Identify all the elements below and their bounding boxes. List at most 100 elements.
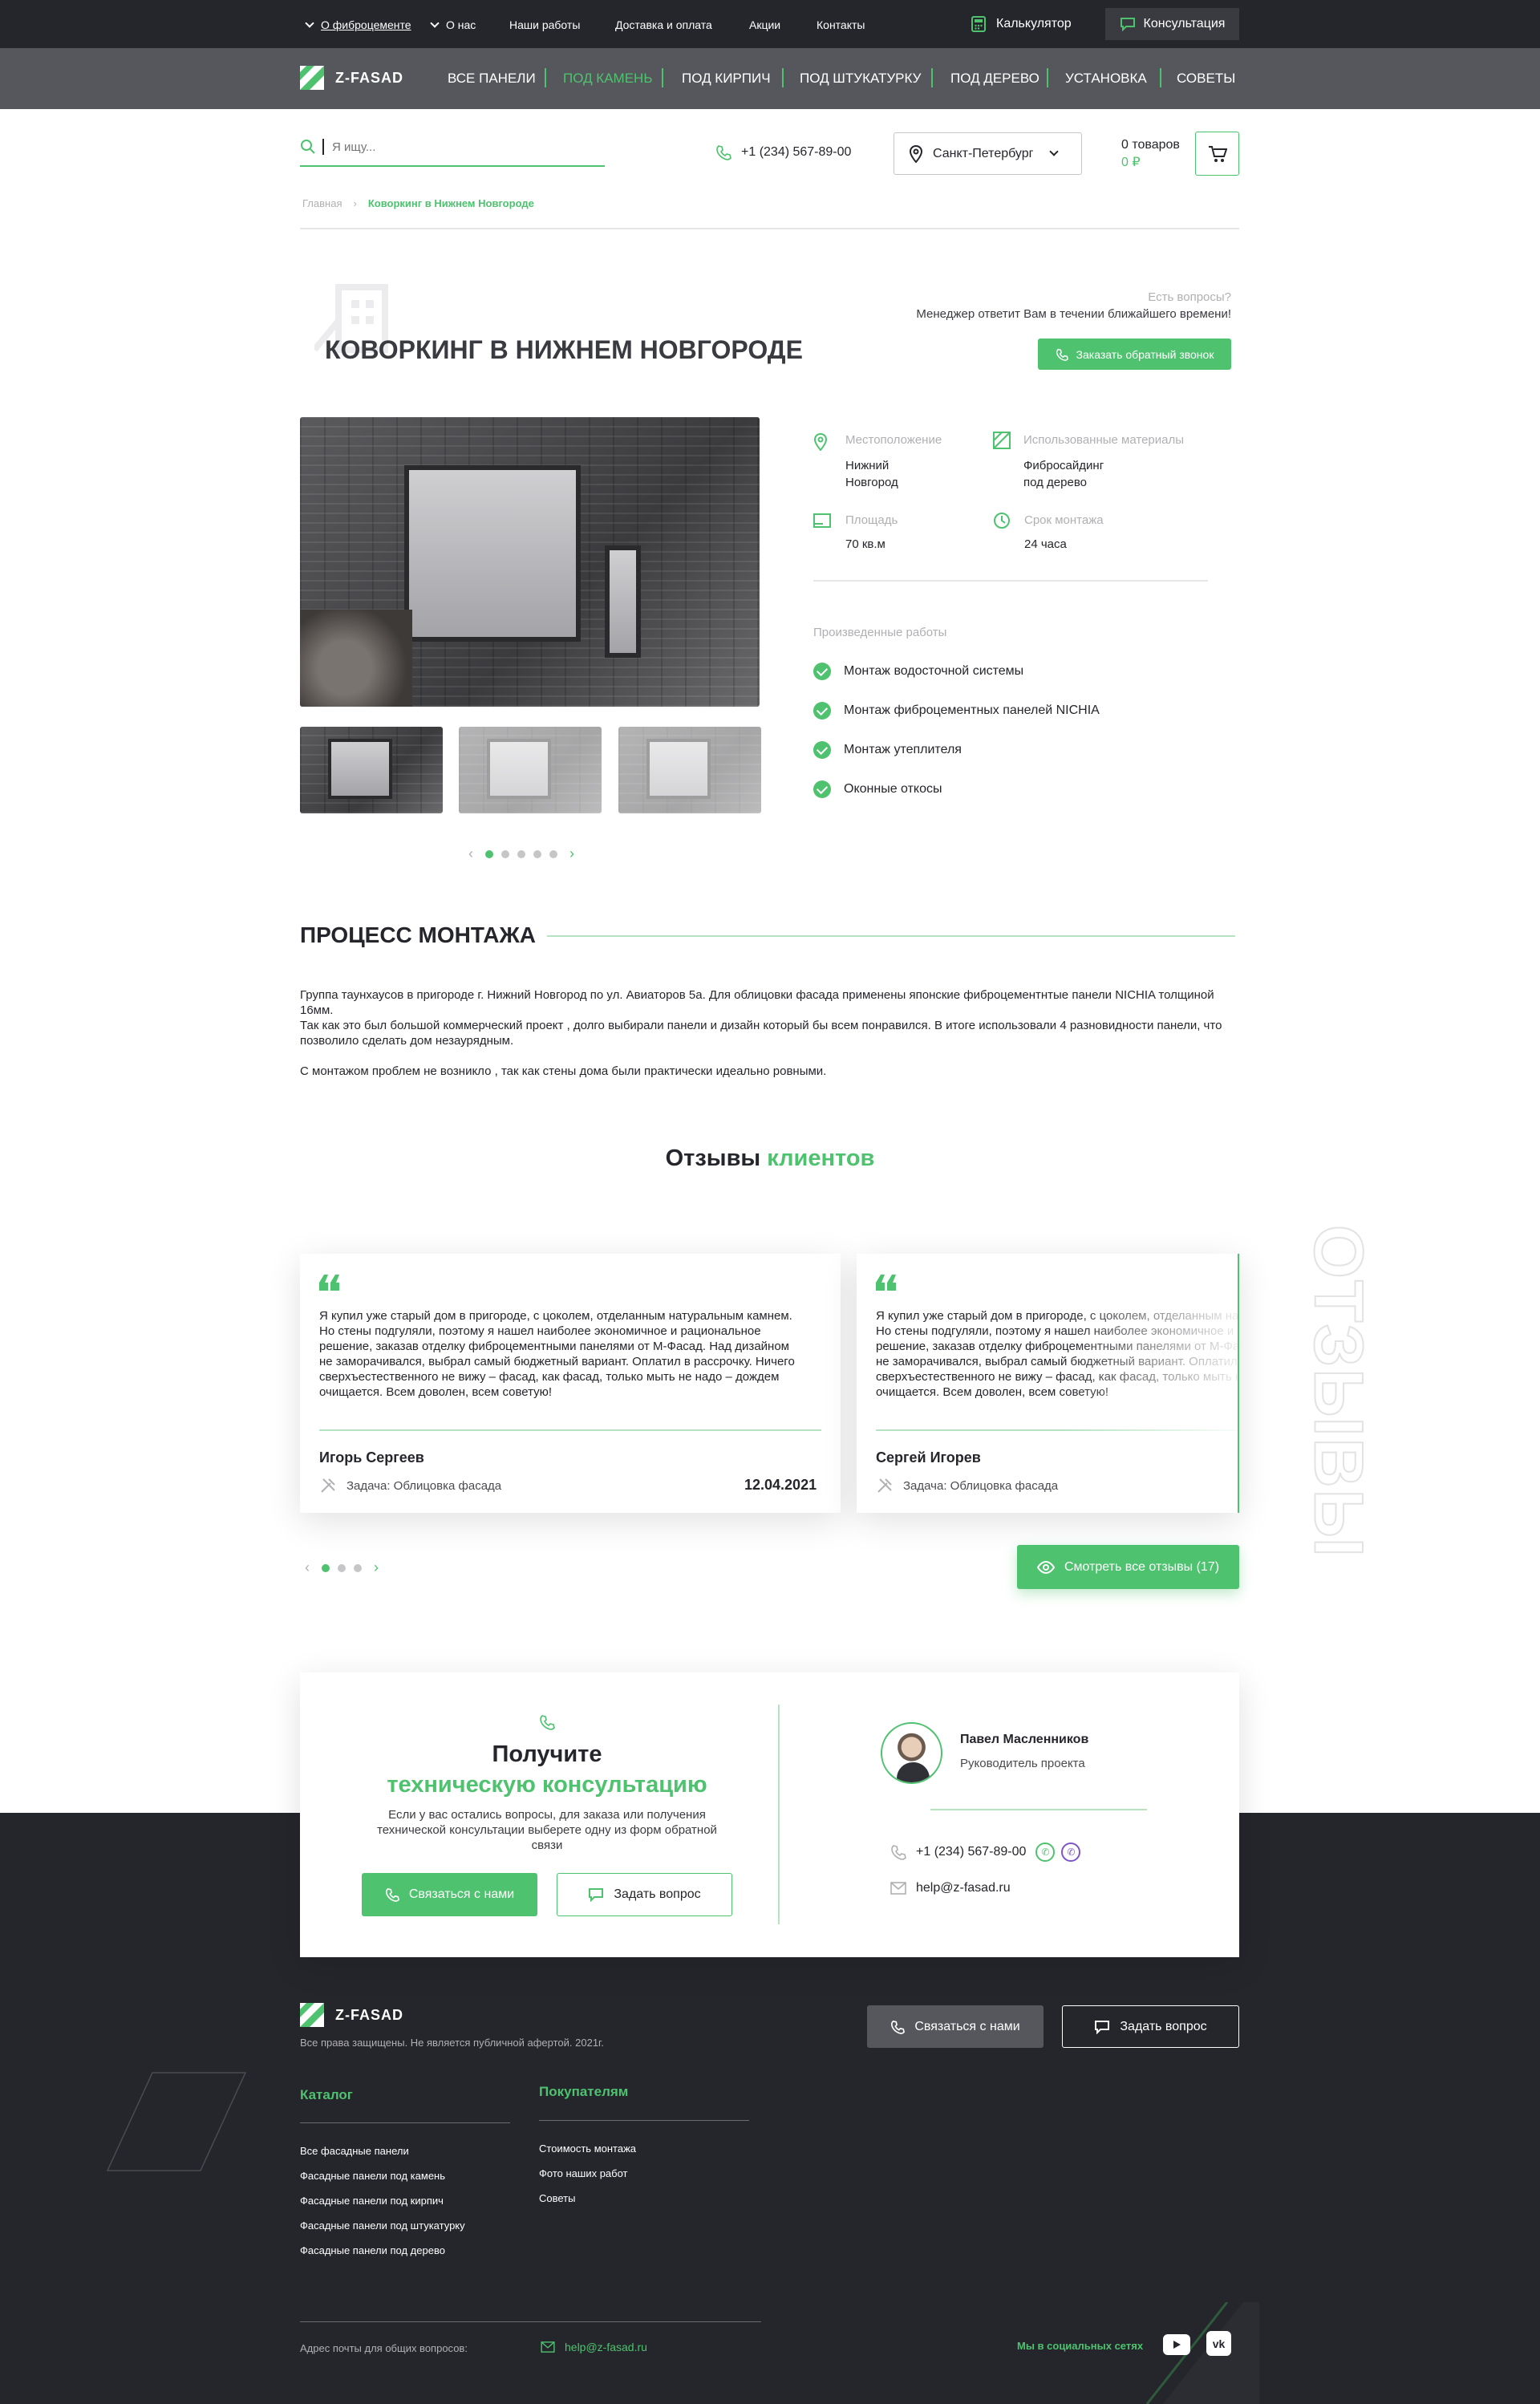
process-text: Группа таунхаусов в пригороде г. Нижний … xyxy=(300,988,1222,1078)
reviews-title: Отзывы клиентов xyxy=(665,1145,875,1171)
see-all-reviews-button[interactable]: Смотреть все отзывы (17) xyxy=(1017,1545,1239,1589)
search-input[interactable] xyxy=(332,140,573,154)
footer-link[interactable]: Все фасадные панели xyxy=(300,2145,409,2157)
logo-icon xyxy=(300,2003,324,2027)
calculator-icon xyxy=(971,16,986,32)
pager-dot[interactable] xyxy=(549,849,557,858)
chat-icon xyxy=(1120,18,1135,31)
nav-plaster[interactable]: ПОД ШТУКАТУРКУ xyxy=(800,71,921,87)
nav-separator xyxy=(931,68,933,87)
whatsapp-icon[interactable]: ✆ xyxy=(1035,1843,1056,1862)
viber-icon[interactable]: ✆ xyxy=(1061,1843,1081,1862)
nav-install[interactable]: УСТАНОВКА xyxy=(1065,71,1147,87)
phone-icon xyxy=(891,2020,906,2034)
cart-summary[interactable]: 0 товаров 0 ₽ xyxy=(1121,136,1180,172)
about-link[interactable]: О нас xyxy=(430,18,476,31)
phone-icon xyxy=(891,1845,906,1860)
nav-all-panels[interactable]: ВСЕ ПАНЕЛИ xyxy=(448,71,536,87)
phone-icon xyxy=(385,1887,399,1902)
page-title: КОВОРКИНГ В НИЖНЕМ НОВГОРОДЕ xyxy=(325,335,803,364)
contact-us-button[interactable]: Связаться с нами xyxy=(362,1873,537,1916)
materials-icon xyxy=(993,432,1011,449)
check-icon xyxy=(813,702,831,720)
logo-icon xyxy=(300,66,324,90)
nav-stone[interactable]: ПОД КАМЕНЬ xyxy=(563,71,652,87)
cart-icon xyxy=(1208,145,1227,162)
location-pin-icon xyxy=(909,144,923,163)
footer-email[interactable]: help@z-fasad.ru xyxy=(541,2341,647,2353)
contacts-link[interactable]: Контакты xyxy=(817,18,865,31)
pager-dot[interactable] xyxy=(485,849,493,858)
search-box[interactable] xyxy=(300,128,605,167)
materials-value: Фибросайдинг под дерево xyxy=(1023,459,1104,489)
footer-link[interactable]: Фасадные панели под камень xyxy=(300,2170,445,2182)
footer-link[interactable]: Фасадные панели под штукатурку xyxy=(300,2220,465,2232)
consult-button[interactable]: Консультация xyxy=(1105,8,1239,40)
eye-icon xyxy=(1036,1560,1055,1574)
footer-logo[interactable]: Z-FASAD xyxy=(300,2003,403,2027)
footer-link[interactable]: Советы xyxy=(539,2192,575,2204)
search-icon xyxy=(301,140,315,154)
footer-link[interactable]: Фото наших работ xyxy=(539,2167,628,2179)
arrow-right-icon[interactable]: › xyxy=(569,845,574,862)
footer-link[interactable]: Фасадные панели под кирпич xyxy=(300,2195,444,2207)
pager-dot[interactable] xyxy=(533,849,541,858)
nav-separator xyxy=(545,68,546,87)
reviewer-name: Игорь Сергеев xyxy=(319,1449,424,1466)
cart-button[interactable] xyxy=(1195,132,1239,176)
calculator-button[interactable]: Калькулятор xyxy=(971,8,1072,40)
location-label: Местоположение xyxy=(845,433,942,447)
nav-tips[interactable]: СОВЕТЫ xyxy=(1177,71,1235,87)
top-bar: О фиброцементе О нас Наши работы Доставк… xyxy=(0,0,1540,48)
pager-dot[interactable] xyxy=(338,1563,346,1572)
header-phone[interactable]: +1 (234) 567-89-00 xyxy=(715,144,851,160)
about-fiber-link[interactable]: О фиброцементе xyxy=(305,18,411,31)
footer-link[interactable]: Стоимость монтажа xyxy=(539,2143,636,2155)
arrow-left-icon[interactable]: ‹ xyxy=(305,1559,310,1576)
buyers-title: Покупателям xyxy=(539,2084,629,2099)
location-value: Нижний Новгород xyxy=(845,459,898,489)
review-date: 12.04.2021 xyxy=(744,1477,817,1493)
ask-question-button[interactable]: Задать вопрос xyxy=(557,1873,732,1916)
chat-icon xyxy=(1095,2020,1110,2034)
list-item: Монтаж фиброцементных панелей NICHIA xyxy=(813,702,1100,720)
thumbnail[interactable] xyxy=(459,727,602,813)
avatar xyxy=(881,1722,942,1784)
nav-brick[interactable]: ПОД КИРПИЧ xyxy=(682,71,771,87)
works-link[interactable]: Наши работы xyxy=(509,18,580,31)
footer-link[interactable]: Фасадные панели под дерево xyxy=(300,2244,445,2256)
consult-phone[interactable]: +1 (234) 567-89-00 ✆ ✆ xyxy=(890,1843,1081,1862)
breadcrumb: Главная › Коворкинг в Нижнем Новгороде xyxy=(302,197,534,209)
pager-dot[interactable] xyxy=(354,1563,362,1572)
time-value: 24 часа xyxy=(1024,537,1067,551)
mail-icon xyxy=(541,2341,555,2353)
divider xyxy=(813,580,1208,582)
thumbnail[interactable] xyxy=(618,727,761,813)
promos-link[interactable]: Акции xyxy=(749,18,780,31)
delivery-link[interactable]: Доставка и оплата xyxy=(615,18,712,31)
pager-dot[interactable] xyxy=(501,849,509,858)
nav-wood[interactable]: ПОД ДЕРЕВО xyxy=(950,71,1040,87)
arrow-right-icon[interactable]: › xyxy=(374,1559,379,1576)
city-select[interactable]: Санкт-Петербург xyxy=(894,132,1082,175)
youtube-icon[interactable] xyxy=(1163,2334,1190,2355)
breadcrumb-home[interactable]: Главная xyxy=(302,197,342,209)
callback-button[interactable]: Заказать обратный звонок xyxy=(1038,339,1231,370)
vk-icon[interactable]: vk xyxy=(1206,2331,1231,2356)
pager-dot[interactable] xyxy=(322,1563,330,1572)
phone-icon xyxy=(1056,348,1068,361)
catalog-title: Каталог xyxy=(300,2087,353,2102)
main-photo[interactable] xyxy=(300,417,760,707)
quote-icon xyxy=(319,1275,339,1291)
list-item: Оконные откосы xyxy=(813,780,942,798)
footer-contact-button[interactable]: Связаться с нами xyxy=(867,2005,1044,2048)
consult-email[interactable]: help@z-fasad.ru xyxy=(890,1881,1011,1895)
quote-icon xyxy=(876,1275,896,1291)
logo[interactable]: Z-FASAD xyxy=(300,66,403,90)
reviewer-name: Сергей Игорев xyxy=(876,1449,981,1466)
thumbnail[interactable] xyxy=(300,727,443,813)
pager-dot[interactable] xyxy=(517,849,525,858)
social-label: Мы в социальных сетях xyxy=(1017,2340,1144,2352)
footer-ask-button[interactable]: Задать вопрос xyxy=(1062,2005,1239,2048)
arrow-left-icon[interactable]: ‹ xyxy=(468,845,473,862)
